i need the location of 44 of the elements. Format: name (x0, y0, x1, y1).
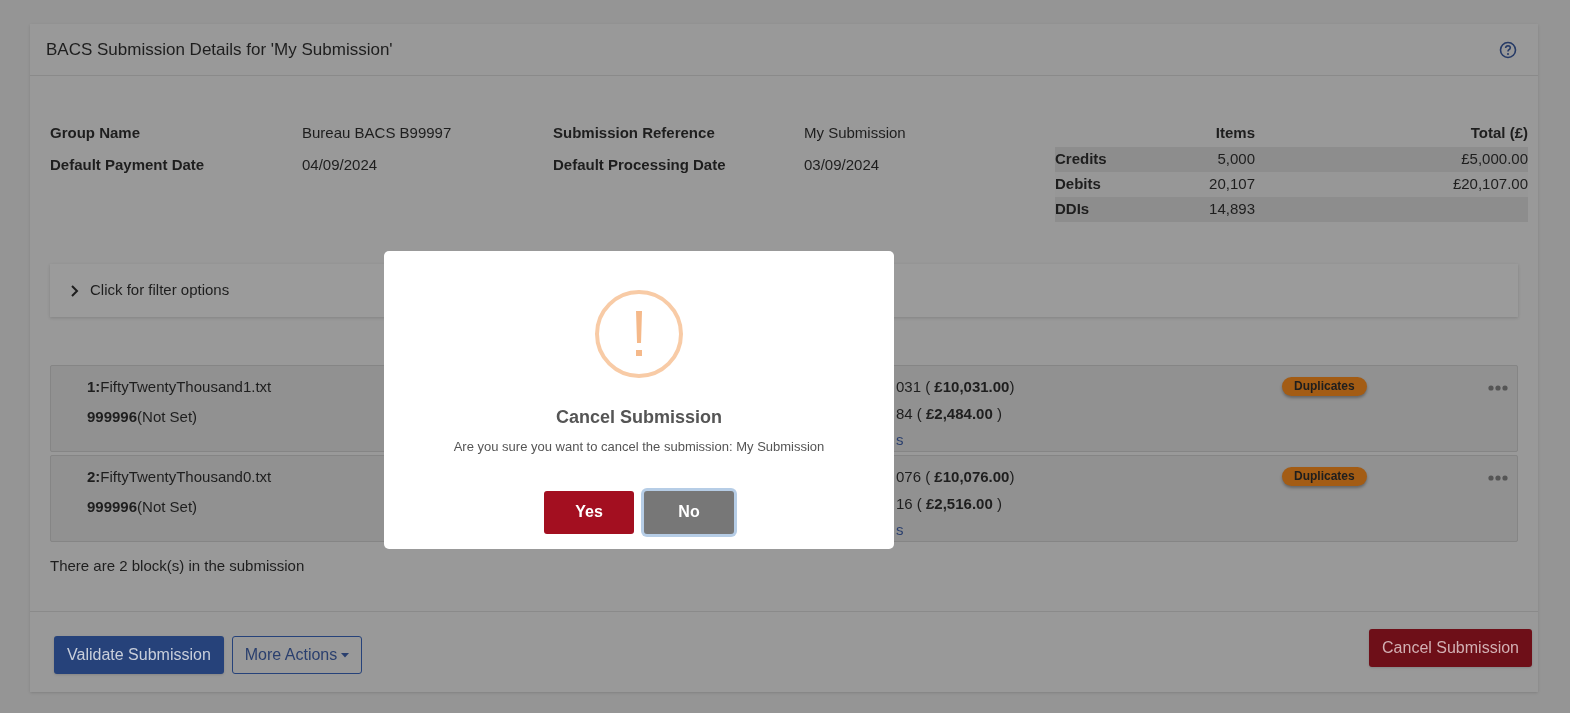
block-sun: 999996(Not Set) (87, 406, 199, 427)
dialog-message: Are you sure you want to cancel the submission: My Submission (453, 438, 825, 456)
panel-title: BACS Submission Details for 'My Submission' (46, 38, 393, 61)
help-icon[interactable] (1499, 40, 1517, 59)
column-header: Total (£) (1470, 124, 1528, 141)
duplicates-badge: Duplicates (1282, 377, 1367, 396)
field-value: 04/09/2024 (302, 154, 379, 175)
warning-icon (595, 290, 683, 378)
block-credits-text: 076 ( £10,076.00) (896, 467, 1015, 487)
block-filename: 1:FiftyTwentyThousand1.txt (87, 377, 272, 397)
block-sun: 999996(Not Set) (87, 496, 199, 517)
field-label: Default Payment Date (50, 154, 206, 175)
cancel-submission-button[interactable]: Cancel Submission (1369, 629, 1532, 667)
block-link[interactable]: s (896, 519, 904, 542)
more-icon[interactable] (1488, 475, 1508, 481)
field-label: Group Name (50, 123, 141, 143)
caret-icon (341, 652, 350, 658)
table-cell-text: 5,000 (1217, 149, 1255, 170)
field-value: My Submission (804, 123, 907, 143)
dialog-dismiss-button[interactable]: No (644, 490, 734, 534)
more-icon[interactable] (1488, 385, 1508, 391)
more-actions-button[interactable]: More Actions (231, 636, 363, 674)
block-link[interactable]: s (896, 429, 904, 452)
table-cell: £20,107.00 (1452, 175, 1528, 193)
table-cell-text: DDIs (1055, 199, 1090, 220)
validate-button[interactable]: Validate Submission (54, 636, 224, 674)
block-debits-text: 16 ( £2,516.00 ) (896, 493, 1003, 514)
field-label: Submission Reference (553, 123, 716, 143)
field-value: 03/09/2024 (804, 154, 881, 175)
block-filename: 2:FiftyTwentyThousand0.txt (87, 467, 272, 487)
table-cell-text: Credits (1055, 149, 1107, 170)
block-credits-text: 031 ( £10,031.00) (896, 377, 1015, 397)
duplicates-badge: Duplicates (1282, 467, 1367, 486)
summary-text: There are 2 block(s) in the submission (50, 557, 305, 574)
table-cell-text: 14,893 (1209, 199, 1255, 220)
column-header: Items (1215, 124, 1255, 141)
table-cell-text: 20,107 (1209, 174, 1255, 195)
dialog-title: Cancel Submission (555, 406, 722, 429)
field-value: Bureau BACS B99997 (302, 123, 453, 143)
table-cell-text: Debits (1055, 174, 1101, 195)
block-debits-text: 84 ( £2,484.00 ) (896, 403, 1003, 424)
table-cell: £5,000.00 (1461, 150, 1528, 168)
field-label: Default Processing Date (553, 154, 727, 175)
dialog-confirm-button[interactable]: Yes (544, 490, 634, 534)
